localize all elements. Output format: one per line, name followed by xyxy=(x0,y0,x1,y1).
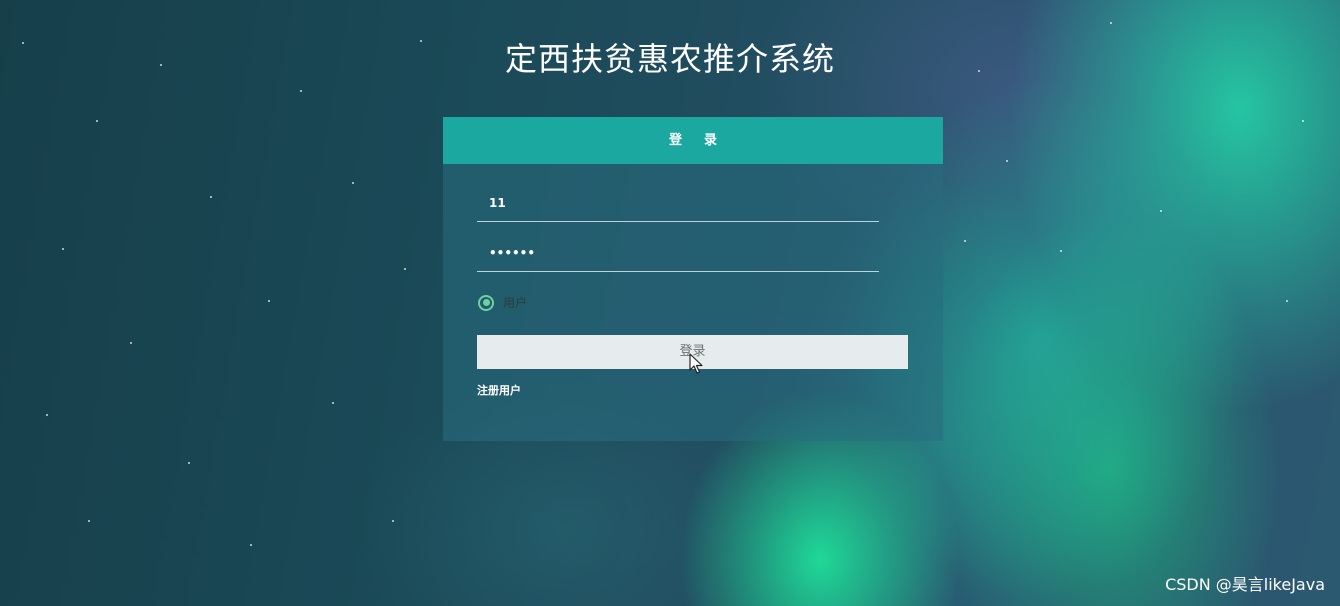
login-panel: 登录 用户 登录 注册用户 xyxy=(443,117,943,441)
mouse-pointer-icon xyxy=(689,353,703,374)
password-field xyxy=(477,235,879,272)
username-field xyxy=(477,185,879,222)
role-radio-label: 用户 xyxy=(503,296,528,310)
page-title: 定西扶贫惠农推介系统 xyxy=(504,40,835,78)
role-radio-group: 用户 xyxy=(478,294,527,311)
role-radio-user[interactable] xyxy=(478,294,494,311)
csdn-watermark: CSDN @昊言likeJava xyxy=(1165,575,1325,594)
username-input[interactable] xyxy=(477,185,879,221)
radio-selected-dot xyxy=(482,299,490,306)
register-user-link[interactable]: 注册用户 xyxy=(477,382,521,398)
password-input[interactable] xyxy=(477,235,879,271)
login-panel-header: 登录 xyxy=(443,117,943,164)
